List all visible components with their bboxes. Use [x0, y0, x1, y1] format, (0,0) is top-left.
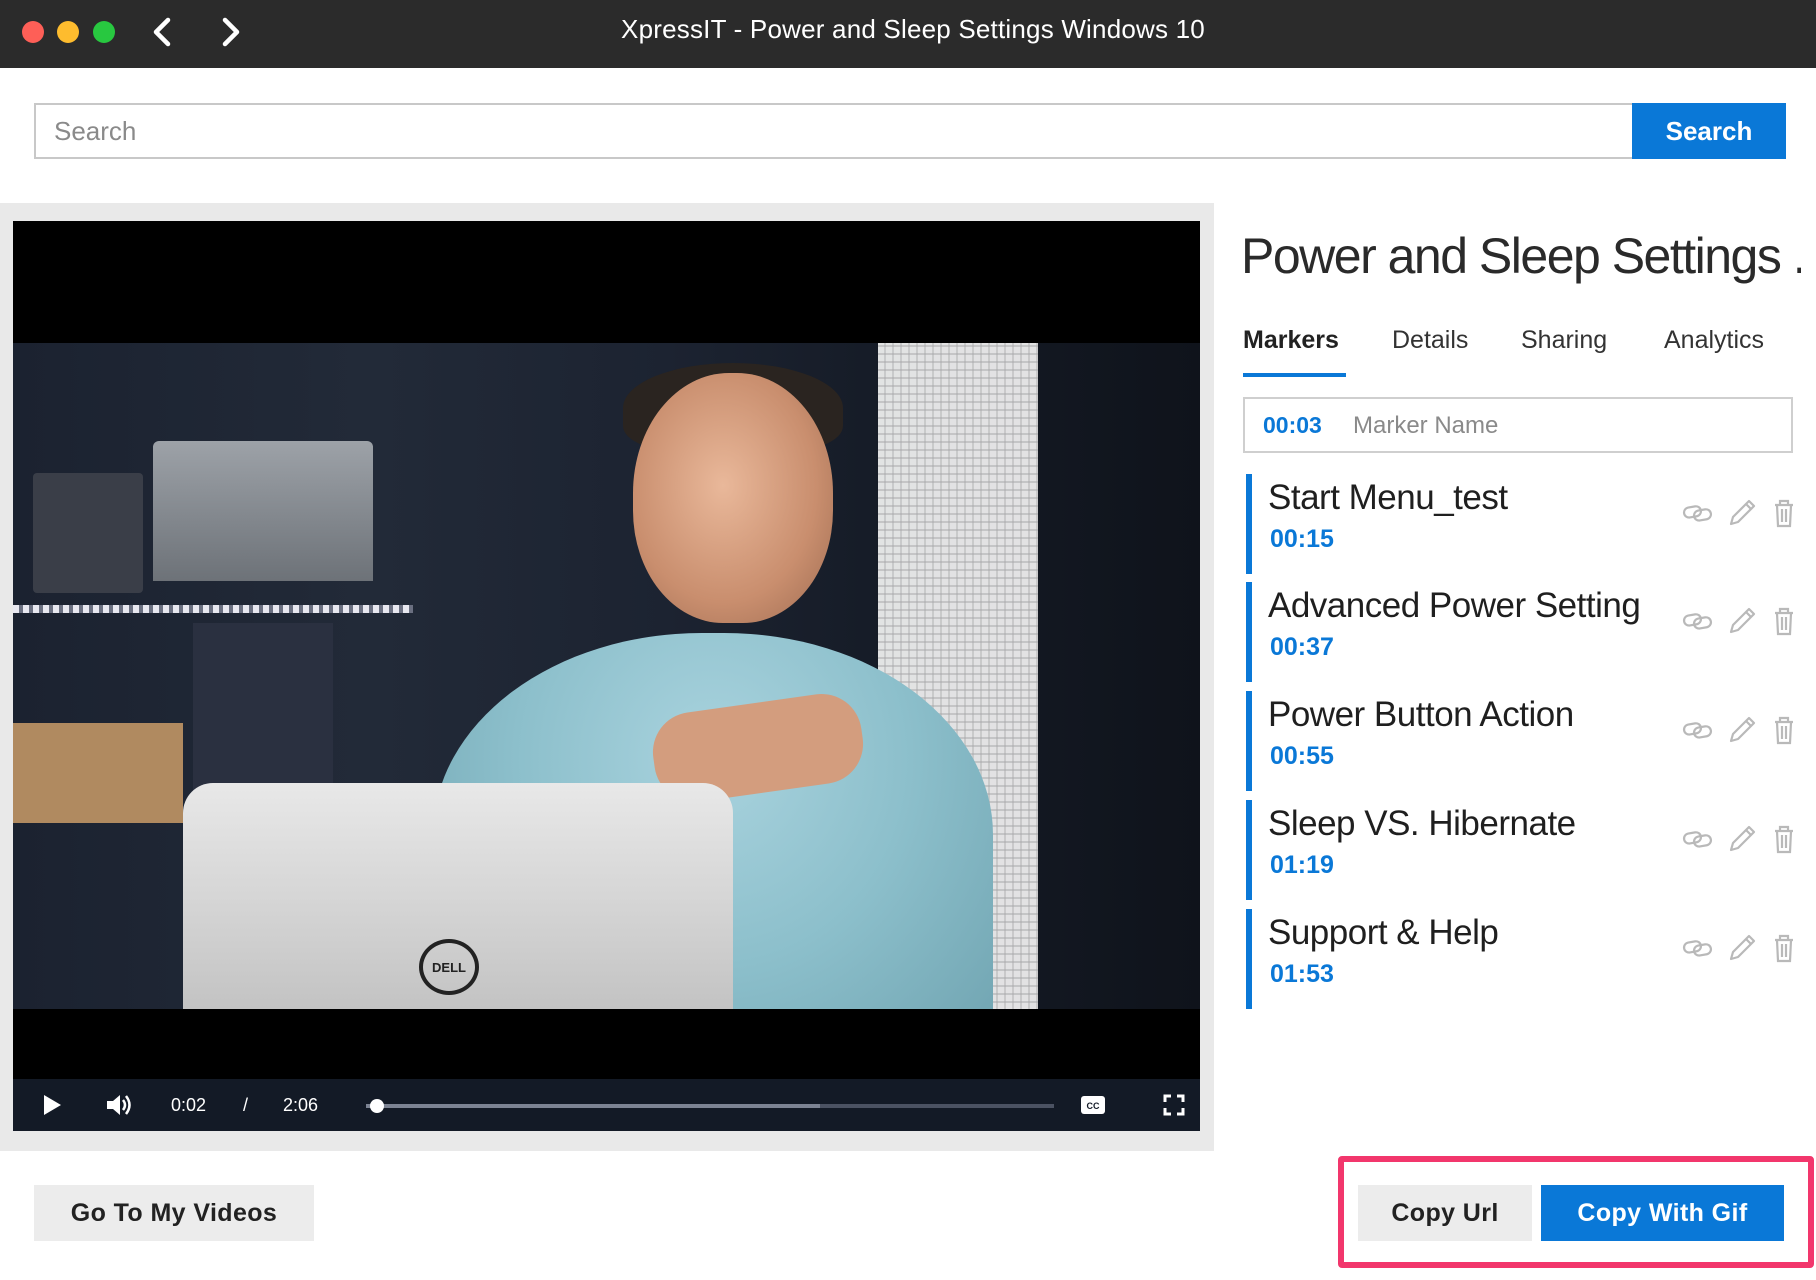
pencil-icon[interactable]	[1725, 931, 1759, 965]
marker-name-input[interactable]	[1351, 401, 1775, 451]
tab-markers[interactable]: Markers	[1243, 318, 1339, 362]
dell-logo: DELL	[419, 939, 479, 995]
trash-icon[interactable]	[1767, 931, 1801, 965]
go-to-my-videos-button[interactable]: Go To My Videos	[34, 1185, 314, 1241]
pencil-icon[interactable]	[1725, 713, 1759, 747]
video-frame-image: DELL	[13, 343, 1200, 1009]
pencil-icon[interactable]	[1725, 604, 1759, 638]
link-icon[interactable]	[1681, 822, 1715, 856]
fullscreen-icon[interactable]	[1163, 1079, 1185, 1131]
link-icon[interactable]	[1681, 604, 1715, 638]
marker-name: Sleep VS. Hibernate	[1268, 804, 1576, 843]
time-separator: /	[243, 1094, 249, 1115]
tab-sharing[interactable]: Sharing	[1521, 318, 1607, 362]
marker-name: Power Button Action	[1268, 695, 1574, 734]
video-control-bar: 0:02 / 2:06 CC	[13, 1079, 1200, 1131]
link-icon[interactable]	[1681, 496, 1715, 530]
marker-item[interactable]: Sleep VS. Hibernate 01:19	[1246, 800, 1800, 900]
pencil-icon[interactable]	[1725, 822, 1759, 856]
svg-text:CC: CC	[1087, 1101, 1100, 1111]
duration: 2:06	[283, 1094, 319, 1115]
seek-bar[interactable]	[366, 1099, 1054, 1113]
marker-name: Advanced Power Setting	[1268, 586, 1641, 625]
marker-time: 01:53	[1270, 960, 1334, 988]
marker-name: Start Menu_test	[1268, 478, 1508, 517]
marker-name: Support & Help	[1268, 913, 1499, 952]
tab-analytics[interactable]: Analytics	[1664, 318, 1764, 362]
trash-icon[interactable]	[1767, 496, 1801, 530]
window-title: XpressIT - Power and Sleep Settings Wind…	[621, 14, 1205, 44]
marker-item[interactable]: Start Menu_test 00:15	[1246, 474, 1800, 574]
play-icon[interactable]	[41, 1079, 63, 1131]
active-tab-indicator	[1243, 373, 1346, 377]
video-player[interactable]: DELL 0:02 / 2:06 CC	[13, 221, 1200, 1131]
trash-icon[interactable]	[1767, 822, 1801, 856]
copy-with-gif-button[interactable]: Copy With Gif	[1541, 1185, 1784, 1241]
panel-tabs: Markers Details Sharing Analytics	[1243, 318, 1793, 378]
title-bar: XpressIT - Power and Sleep Settings Wind…	[0, 0, 1816, 68]
tab-details[interactable]: Details	[1392, 318, 1468, 362]
volume-icon[interactable]	[105, 1079, 133, 1131]
laptop: DELL	[183, 783, 733, 1009]
link-icon[interactable]	[1681, 713, 1715, 747]
closed-captions-icon[interactable]: CC	[1080, 1079, 1106, 1131]
buffered-bar	[366, 1104, 821, 1108]
marker-time: 01:19	[1270, 851, 1334, 879]
video-title: Power and Sleep Settings ...	[1241, 228, 1801, 284]
current-time: 0:02	[171, 1094, 207, 1115]
marker-time: 00:37	[1270, 633, 1334, 661]
marker-item[interactable]: Power Button Action 00:55	[1246, 691, 1800, 791]
trash-icon[interactable]	[1767, 604, 1801, 638]
new-marker-time: 00:03	[1263, 412, 1322, 438]
copy-url-button[interactable]: Copy Url	[1358, 1185, 1532, 1241]
marker-time: 00:15	[1270, 525, 1334, 553]
search-input[interactable]	[34, 103, 1632, 159]
trash-icon[interactable]	[1767, 713, 1801, 747]
new-marker-field: 00:03	[1243, 397, 1793, 453]
marker-item[interactable]: Advanced Power Setting 00:37	[1246, 582, 1800, 682]
marker-item[interactable]: Support & Help 01:53	[1246, 909, 1800, 1009]
search-button[interactable]: Search	[1632, 103, 1786, 159]
link-icon[interactable]	[1681, 931, 1715, 965]
marker-time: 00:55	[1270, 742, 1334, 770]
seek-handle[interactable]	[370, 1099, 384, 1113]
pencil-icon[interactable]	[1725, 496, 1759, 530]
